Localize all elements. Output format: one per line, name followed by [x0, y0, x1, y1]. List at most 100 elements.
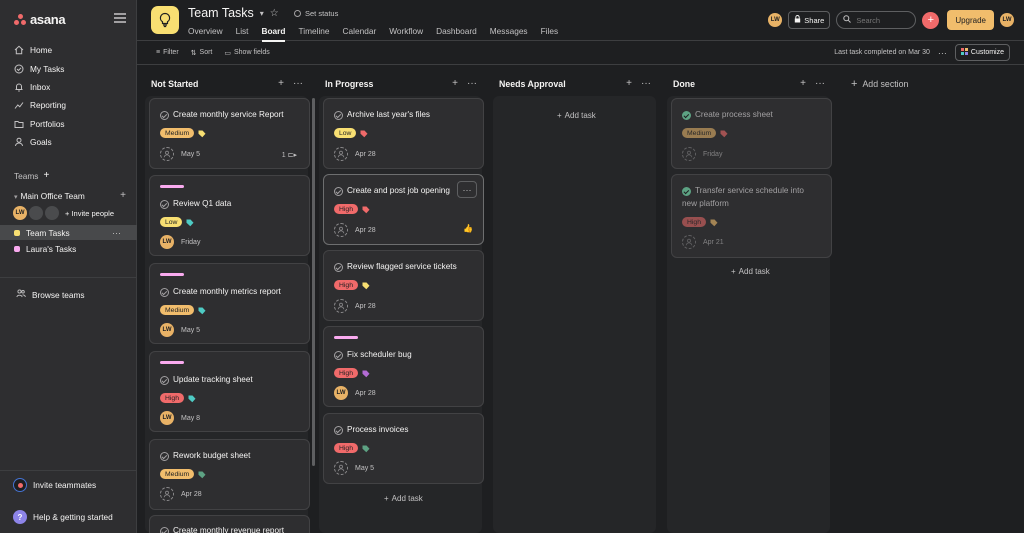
set-status-button[interactable]: Set status — [294, 9, 338, 18]
card-more-button[interactable]: ··· — [457, 181, 477, 198]
complete-checkbox[interactable] — [334, 351, 343, 360]
priority-badge[interactable]: Medium — [160, 128, 195, 138]
search-field[interactable] — [836, 11, 917, 29]
task-card[interactable]: Review flagged service tickets High Apr … — [323, 250, 484, 321]
complete-checkbox[interactable] — [160, 376, 169, 385]
customize-button[interactable]: Customize — [954, 44, 1010, 61]
tab-overview[interactable]: Overview — [188, 26, 229, 40]
complete-checkbox[interactable] — [160, 288, 169, 297]
avatar-placeholder[interactable] — [45, 206, 59, 220]
more-options-icon[interactable]: ··· — [112, 228, 121, 238]
due-date[interactable]: May 5 — [181, 327, 200, 334]
show-fields-button[interactable]: ▭ Show fields — [224, 49, 269, 57]
priority-badge[interactable]: High — [334, 368, 358, 378]
sidebar-item-home[interactable]: Home — [0, 41, 137, 59]
help-button[interactable]: ? Help & getting started — [13, 510, 113, 524]
complete-checkbox[interactable] — [160, 111, 169, 120]
tab-list[interactable]: List — [236, 26, 255, 40]
sidebar-item-goals[interactable]: Goals — [0, 133, 137, 151]
due-date[interactable]: Friday — [703, 151, 722, 158]
like-icon[interactable]: 👍 — [463, 224, 473, 233]
asana-logo[interactable]: asana — [14, 12, 66, 27]
complete-checkbox[interactable] — [160, 200, 169, 209]
priority-badge[interactable]: Medium — [160, 469, 195, 479]
assignee-avatar[interactable]: LW — [334, 386, 348, 400]
due-date[interactable]: Apr 28 — [181, 491, 202, 498]
task-card[interactable]: Rework budget sheet Medium Apr 28 — [149, 439, 310, 510]
upgrade-button[interactable]: Upgrade — [947, 10, 994, 30]
tab-timeline[interactable]: Timeline — [298, 26, 335, 40]
complete-checkbox[interactable] — [682, 111, 691, 120]
filter-button[interactable]: ≡ Filter — [156, 49, 179, 56]
more-options-icon[interactable]: ··· — [938, 48, 947, 58]
complete-checkbox[interactable] — [682, 187, 691, 196]
add-task-icon[interactable]: + — [452, 78, 458, 89]
add-project-icon[interactable]: + — [120, 190, 126, 201]
task-card[interactable]: Review Q1 data Low LW Friday — [149, 175, 310, 256]
user-avatar[interactable]: LW — [1000, 13, 1014, 27]
due-date[interactable]: May 5 — [181, 151, 200, 158]
column-header[interactable]: Not Started + ··· — [151, 78, 303, 89]
more-options-icon[interactable]: ··· — [641, 78, 651, 89]
priority-badge[interactable]: Medium — [160, 305, 195, 315]
assignee-avatar[interactable]: LW — [160, 411, 174, 425]
task-card[interactable]: Create monthly service Report Medium May… — [149, 98, 310, 169]
task-card[interactable]: Create monthly revenue report — [149, 515, 310, 533]
column-header[interactable]: Done + ··· — [673, 78, 825, 89]
assignee-avatar[interactable]: LW — [160, 235, 174, 249]
sidebar-item-inbox[interactable]: Inbox — [0, 78, 137, 96]
assignee-placeholder-icon[interactable] — [682, 235, 696, 249]
complete-checkbox[interactable] — [160, 452, 169, 461]
sidebar-item-my-tasks[interactable]: My Tasks — [0, 59, 137, 77]
priority-badge[interactable]: High — [160, 393, 184, 403]
complete-checkbox[interactable] — [334, 187, 343, 196]
due-date[interactable]: Apr 21 — [703, 239, 724, 246]
due-date[interactable]: May 8 — [181, 415, 200, 422]
due-date[interactable]: Apr 28 — [355, 303, 376, 310]
assignee-avatar[interactable]: LW — [160, 323, 174, 337]
add-task-button[interactable]: + Add task — [557, 111, 596, 120]
member-avatar[interactable]: LW — [768, 13, 783, 27]
invite-people-button[interactable]: + Invite people — [65, 209, 114, 218]
complete-checkbox[interactable] — [160, 527, 169, 533]
assignee-placeholder-icon[interactable] — [160, 147, 174, 161]
more-options-icon[interactable]: ··· — [467, 78, 477, 89]
teams-section-header[interactable]: Teams + — [14, 170, 49, 181]
priority-badge[interactable]: High — [334, 204, 358, 214]
tab-files[interactable]: Files — [541, 26, 565, 40]
due-date[interactable]: May 5 — [355, 465, 374, 472]
share-button[interactable]: Share — [788, 11, 831, 29]
add-team-icon[interactable]: + — [43, 170, 49, 181]
priority-badge[interactable]: High — [334, 280, 358, 290]
task-card[interactable]: Fix scheduler bug High LW Apr 28 — [323, 326, 484, 407]
assignee-placeholder-icon[interactable] — [334, 299, 348, 313]
task-card[interactable]: Process invoices High May 5 — [323, 413, 484, 484]
task-card[interactable]: Create process sheet Medium Friday — [671, 98, 832, 169]
project-title[interactable]: Team Tasks ▾ ☆ — [188, 6, 279, 20]
priority-badge[interactable]: Low — [160, 217, 183, 227]
subtask-count[interactable]: 1 ⊏▸ — [282, 151, 297, 159]
tab-calendar[interactable]: Calendar — [343, 26, 383, 40]
complete-checkbox[interactable] — [334, 111, 343, 120]
caret-down-icon[interactable]: ▾ — [14, 194, 18, 201]
assignee-placeholder-icon[interactable] — [682, 147, 696, 161]
more-options-icon[interactable]: ··· — [815, 78, 825, 89]
search-input[interactable] — [856, 15, 909, 25]
star-icon[interactable]: ☆ — [270, 8, 279, 19]
create-button[interactable]: + — [922, 11, 940, 29]
tab-messages[interactable]: Messages — [490, 26, 534, 40]
sidebar-project-lauras-tasks[interactable]: Laura's Tasks — [0, 241, 137, 256]
task-card[interactable]: Transfer service schedule into new platf… — [671, 174, 832, 258]
more-options-icon[interactable]: ··· — [293, 78, 303, 89]
chevron-down-icon[interactable]: ▾ — [260, 9, 264, 18]
lightbulb-icon[interactable] — [151, 6, 179, 34]
add-task-button[interactable]: + Add task — [384, 494, 423, 503]
assignee-placeholder-icon[interactable] — [160, 487, 174, 501]
task-card[interactable]: Archive last year's files Low Apr 28 — [323, 98, 484, 169]
tab-workflow[interactable]: Workflow — [389, 26, 429, 40]
tab-board[interactable]: Board — [261, 26, 292, 42]
task-card[interactable]: Update tracking sheet High LW May 8 — [149, 351, 310, 432]
assignee-placeholder-icon[interactable] — [334, 461, 348, 475]
priority-badge[interactable]: Low — [334, 128, 357, 138]
priority-badge[interactable]: Medium — [682, 128, 717, 138]
